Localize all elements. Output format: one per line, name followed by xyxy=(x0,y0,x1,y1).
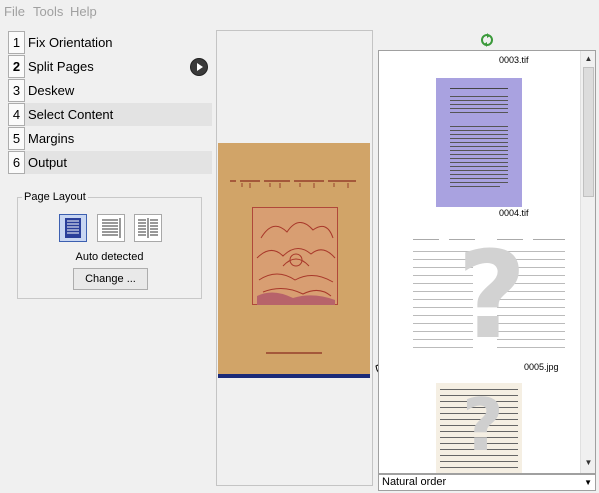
stage-label: Split Pages xyxy=(28,59,94,74)
stage-margins[interactable]: 5 Margins xyxy=(8,127,212,151)
menu-file[interactable]: File xyxy=(4,4,25,19)
stage-fix-orientation[interactable]: 1 Fix Orientation xyxy=(8,31,212,55)
stage-number: 2 xyxy=(8,55,25,78)
page-image xyxy=(218,143,370,378)
thumbnail-list[interactable]: 0003.tif 0004.tif ? 0005.jpg ? xyxy=(378,50,596,474)
thumbnail-caption: 0005.jpg xyxy=(524,362,559,372)
change-layout-button[interactable]: Change ... xyxy=(73,268,148,290)
cut-page-layout-button[interactable] xyxy=(97,214,125,242)
sort-order-value: Natural order xyxy=(382,476,447,488)
sort-order-dropdown[interactable]: Natural order ▼ xyxy=(378,474,596,491)
stage-label: Output xyxy=(28,155,68,170)
play-icon[interactable] xyxy=(190,58,208,76)
thumbnail-page-selected[interactable] xyxy=(436,78,522,207)
stage-number: 5 xyxy=(8,127,25,150)
cover-subtitle-script xyxy=(266,352,322,354)
stage-label: Fix Orientation xyxy=(28,35,113,50)
menu-help[interactable]: Help xyxy=(70,4,97,19)
scrollbar-thumb[interactable] xyxy=(583,67,594,197)
thumbnail-page[interactable]: ? xyxy=(436,383,522,473)
layout-mode-label: Auto detected xyxy=(75,251,144,263)
cover-title-script xyxy=(230,180,356,188)
stage-number: 3 xyxy=(8,79,25,102)
menu-tools[interactable]: Tools xyxy=(33,4,63,19)
stage-deskew[interactable]: 3 Deskew xyxy=(8,79,212,103)
two-pages-layout-button[interactable] xyxy=(134,214,162,242)
question-mark-icon: ? xyxy=(457,233,527,361)
stage-number: 1 xyxy=(8,31,25,54)
stage-number: 6 xyxy=(8,151,25,174)
thumbnail-scrollbar[interactable]: ▲ ▼ xyxy=(580,51,595,473)
cover-illustration xyxy=(252,207,338,305)
page-layout-title: Page Layout xyxy=(22,191,88,203)
sync-icon[interactable] xyxy=(480,33,494,47)
stage-output[interactable]: 6 Output xyxy=(8,151,212,175)
thumbnail-caption: 0004.tif xyxy=(499,208,529,218)
menu-bar: File Tools Help xyxy=(0,0,599,22)
stage-list: 1 Fix Orientation 2 Split Pages 3 Deskew… xyxy=(8,31,212,175)
scroll-up-arrow-icon[interactable]: ▲ xyxy=(583,53,594,65)
stage-split-pages[interactable]: 2 Split Pages xyxy=(8,55,212,79)
single-page-layout-button[interactable] xyxy=(59,214,87,242)
single-page-icon xyxy=(65,218,81,238)
stage-select-content[interactable]: 4 Select Content xyxy=(8,103,212,127)
stage-number: 4 xyxy=(8,103,25,126)
stage-label: Deskew xyxy=(28,83,75,98)
thumbnail-page[interactable]: ? xyxy=(409,233,569,361)
cut-page-icon xyxy=(102,218,121,238)
two-pages-icon xyxy=(138,218,158,238)
question-mark-icon: ? xyxy=(462,383,504,467)
stage-label: Margins xyxy=(28,131,75,146)
stage-label: Select Content xyxy=(28,107,114,122)
thumbnail-caption: 0003.tif xyxy=(499,55,529,65)
scroll-down-arrow-icon[interactable]: ▼ xyxy=(583,457,594,469)
chevron-down-icon: ▼ xyxy=(584,478,592,487)
